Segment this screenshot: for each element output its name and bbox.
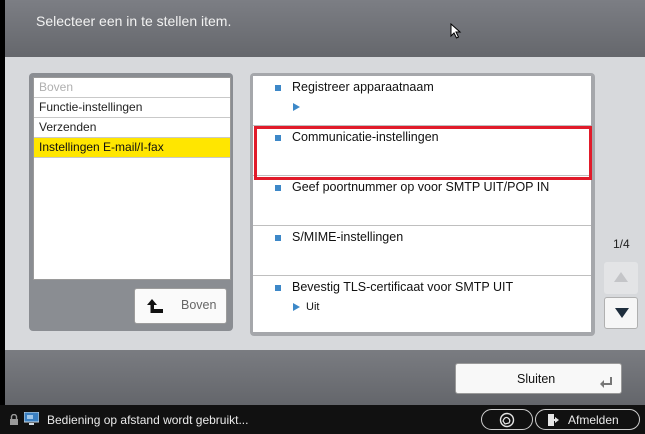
scroll-up-icon — [614, 272, 628, 282]
tree-item-verzenden[interactable]: Verzenden — [34, 118, 230, 138]
scroll-down-button[interactable] — [604, 297, 638, 329]
tree-item-boven[interactable]: Boven — [34, 78, 230, 98]
up-arrow-icon — [147, 299, 163, 313]
enter-icon — [600, 377, 612, 388]
list-item-smime-instellingen[interactable]: S/MIME-instellingen — [253, 226, 591, 276]
bullet-icon — [275, 235, 281, 241]
list-item-title: Bevestig TLS-certificaat voor SMTP UIT — [292, 280, 514, 294]
instruction-text: Selecteer een in te stellen item. — [36, 13, 232, 29]
remote-icon — [499, 412, 515, 428]
triangle-right-icon — [293, 303, 300, 311]
status-message: Bediening op afstand wordt gebruikt... — [47, 413, 249, 427]
list-item-tls-certificaat[interactable]: Bevestig TLS-certificaat voor SMTP UIT U… — [253, 276, 591, 326]
logout-label: Afmelden — [568, 413, 619, 427]
bullet-icon — [275, 85, 281, 91]
list-item-value-text: Uit — [306, 301, 320, 313]
up-level-button[interactable]: Boven — [134, 288, 227, 324]
list-item-smtp-pop-poort[interactable]: Geef poortnummer op voor SMTP UIT/POP IN — [253, 176, 591, 226]
settings-list: Registreer apparaatnaam Communicatie-ins… — [253, 76, 591, 332]
menu-tree-list: Boven Functie-instellingen Verzenden Ins… — [33, 77, 231, 280]
lock-icon — [10, 414, 18, 425]
list-item-expand — [293, 101, 306, 113]
tree-item-email-ifax[interactable]: Instellingen E-mail/I-fax — [34, 138, 230, 158]
logout-button[interactable]: Afmelden — [535, 409, 640, 430]
highlight-frame — [254, 126, 592, 180]
up-level-label: Boven — [181, 298, 217, 312]
list-item-value: Uit — [293, 301, 319, 313]
list-item-title: Registreer apparaatnaam — [292, 80, 434, 94]
tree-item-functie-instellingen[interactable]: Functie-instellingen — [34, 98, 230, 118]
close-button-label: Sluiten — [517, 372, 556, 386]
logout-icon — [548, 414, 559, 426]
triangle-right-icon — [293, 103, 300, 111]
bullet-icon — [275, 185, 281, 191]
header-bar: Selecteer een in te stellen item. — [5, 0, 645, 57]
bullet-icon — [275, 285, 281, 291]
list-item-title: S/MIME-instellingen — [292, 230, 404, 244]
status-bar: Bediening op afstand wordt gebruikt... A… — [0, 405, 645, 434]
page-indicator: 1/4 — [613, 237, 630, 251]
scroll-up-button[interactable] — [604, 262, 638, 294]
scroll-down-icon — [615, 308, 629, 318]
list-item-title: Geef poortnummer op voor SMTP UIT/POP IN — [292, 180, 550, 194]
cursor-icon — [450, 23, 462, 39]
close-button[interactable]: Sluiten — [455, 363, 622, 394]
remote-operation-button[interactable] — [481, 409, 533, 430]
monitor-icon — [24, 412, 39, 425]
list-item-registreer-apparaatnaam[interactable]: Registreer apparaatnaam — [253, 76, 591, 126]
